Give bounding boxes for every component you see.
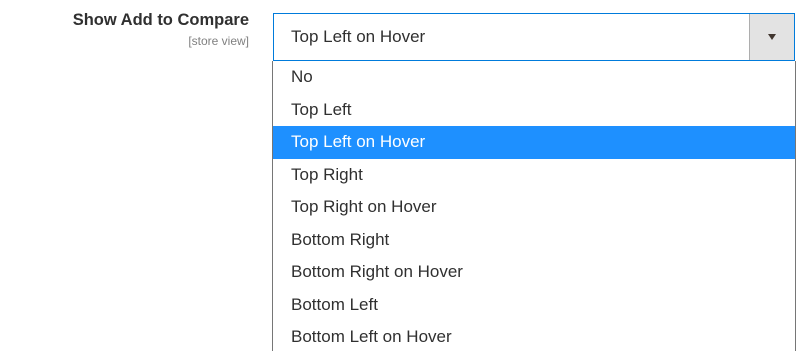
option-bottom-left[interactable]: Bottom Left xyxy=(273,289,795,322)
options-list: No Top Left Top Left on Hover Top Right … xyxy=(272,61,796,351)
option-bottom-left-on-hover[interactable]: Bottom Left on Hover xyxy=(273,321,795,351)
option-bottom-right-on-hover[interactable]: Bottom Right on Hover xyxy=(273,256,795,289)
option-top-left-on-hover[interactable]: Top Left on Hover xyxy=(273,126,795,159)
option-top-left[interactable]: Top Left xyxy=(273,94,795,127)
scope-label: [store view] xyxy=(188,34,249,48)
option-no[interactable]: No xyxy=(273,61,795,94)
dropdown-toggle-button[interactable] xyxy=(749,14,794,60)
option-top-right[interactable]: Top Right xyxy=(273,159,795,192)
option-bottom-right[interactable]: Bottom Right xyxy=(273,224,795,257)
compare-position-select[interactable]: Top Left on Hover xyxy=(273,13,795,61)
select-current-value: Top Left on Hover xyxy=(291,27,426,46)
chevron-down-icon xyxy=(768,34,776,40)
option-top-right-on-hover[interactable]: Top Right on Hover xyxy=(273,191,795,224)
field-label: Show Add to Compare xyxy=(72,11,249,29)
